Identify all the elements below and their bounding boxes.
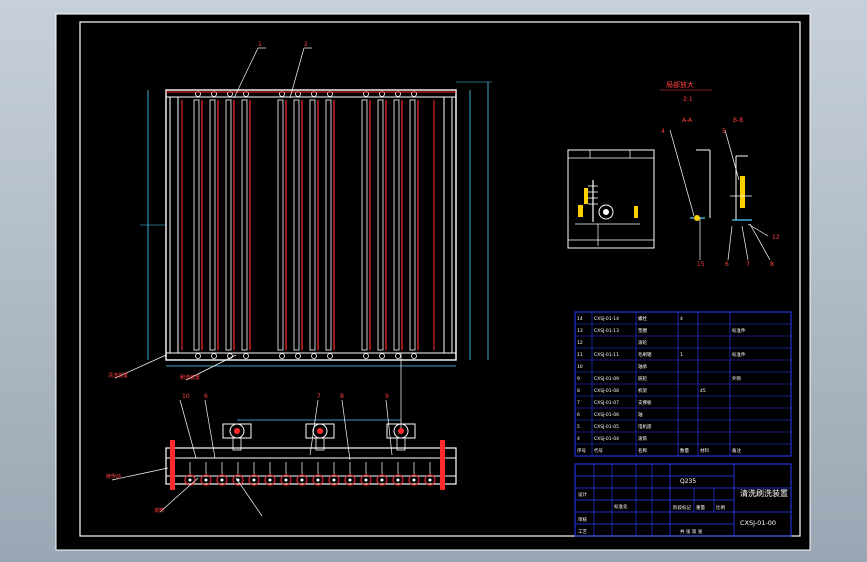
section-b-label: B-B	[733, 117, 743, 124]
callout-1: 1	[258, 41, 262, 48]
motor-hub	[317, 428, 323, 434]
bom-cell: 7	[577, 400, 580, 406]
detail-title: 局部放大	[666, 80, 694, 89]
bom-cell: 标准件	[732, 351, 746, 358]
bom-cell: 毛刷辊	[638, 351, 652, 358]
drawing-number: CXSJ-01-00	[740, 519, 776, 527]
roller-axle	[396, 478, 400, 482]
scale-label: 比例	[716, 504, 725, 511]
note-front-left-a: 链传动	[106, 473, 121, 480]
roller-axle	[316, 478, 320, 482]
bom-cell: 6	[577, 412, 580, 418]
bom-cell: 4	[680, 316, 683, 322]
callout-10: 10	[182, 393, 190, 400]
roller-axle	[268, 478, 272, 482]
bom-cell: 9	[577, 376, 580, 382]
cad-drawing: 1 2 清洗装置 刷洗装置 10 6 7 8 9 链传动 滚筒 局部放大 2:1…	[55, 13, 811, 551]
bom-cell: CXSJ-01-14	[594, 316, 619, 322]
motor-hub	[234, 428, 240, 434]
weight-label: 重量	[696, 504, 705, 511]
bom-cell: 外购	[732, 375, 741, 382]
bom-cell: 13	[577, 328, 583, 334]
bom-cell: 11	[577, 352, 583, 358]
bom-cell: 轴承	[638, 363, 647, 370]
callout-8: 8	[340, 393, 344, 400]
callout-detail-15: 15	[697, 261, 705, 268]
callout-7: 7	[317, 393, 321, 400]
bom-cell: CXSJ-01-11	[594, 352, 619, 358]
material-label: Q235	[680, 478, 696, 485]
bom-cell: CXSJ-01-09	[594, 376, 619, 382]
cad-viewport: 1 2 清洗装置 刷洗装置 10 6 7 8 9 链传动 滚筒 局部放大 2:1…	[0, 0, 867, 562]
roller-axle	[428, 478, 432, 482]
roller-axle	[364, 478, 368, 482]
roller-axle	[300, 478, 304, 482]
process-label: 工艺	[578, 529, 587, 535]
detail-scale: 2:1	[683, 96, 693, 103]
bom-cell: 滚轮	[638, 339, 647, 346]
roller-axle	[188, 478, 192, 482]
callout-detail-6: 6	[725, 261, 729, 268]
bom-cell: 滚筒	[638, 435, 647, 442]
bom-cell: 14	[577, 316, 583, 322]
bom-cell: 螺栓	[638, 315, 647, 322]
standardization-label: 标准化	[614, 503, 628, 510]
roller-axle	[284, 478, 288, 482]
callout-detail-7: 7	[746, 261, 750, 268]
bom-cell: 机架	[638, 387, 647, 394]
roller-axle	[412, 478, 416, 482]
callout-detail-8: 8	[770, 261, 774, 268]
roller-axle	[204, 478, 208, 482]
stage-label: 阶段标记	[673, 504, 691, 511]
callout-9: 9	[385, 393, 389, 400]
bom-cell: CXSJ-01-07	[594, 400, 619, 406]
callout-6: 6	[204, 393, 208, 400]
bom-cell: 10	[577, 364, 583, 370]
bom-header-cell: 序号	[577, 447, 586, 454]
bom-header-cell: 数量	[680, 447, 689, 454]
roller-axle	[220, 478, 224, 482]
bom-header-cell: 名称	[638, 447, 647, 454]
note-top-left-b: 刷洗装置	[180, 374, 200, 381]
bom-cell: CXSJ-01-05	[594, 424, 619, 430]
callout-2: 2	[304, 41, 308, 48]
bom-cell: 8	[577, 388, 580, 394]
note-front-left-b: 滚筒	[154, 507, 164, 514]
bom-header-cell: 代号	[594, 447, 603, 454]
bom-cell: 电机座	[638, 423, 652, 430]
bom-cell: CXSJ-01-04	[594, 436, 619, 442]
bom-cell: 链轮	[638, 375, 647, 382]
bom-cell: 4	[577, 436, 580, 442]
approval-label: 审核	[578, 516, 587, 523]
bom-header-cell: 材料	[700, 447, 709, 454]
bom-cell: 轴	[638, 411, 643, 418]
roller-axle	[348, 478, 352, 482]
bom-cell: CXSJ-01-13	[594, 328, 619, 334]
bom-cell: 标准件	[732, 327, 746, 334]
motor-hub	[398, 428, 404, 434]
bom-cell: CXSJ-01-06	[594, 412, 619, 418]
callout-detail-5: 5	[722, 128, 726, 135]
bom-cell: 12	[577, 340, 583, 346]
bom-cell: 5	[577, 424, 580, 430]
bom-cell: CXSJ-01-08	[594, 388, 619, 394]
callout-detail-4: 4	[661, 128, 665, 135]
roller-axle	[252, 478, 256, 482]
bom-cell: 45	[700, 388, 706, 394]
sheet-label: 共 张 第 张	[680, 528, 703, 535]
designer-label: 设计	[578, 491, 587, 498]
bom-header-cell: 备注	[732, 447, 741, 454]
callout-detail-12: 12	[772, 234, 780, 241]
roller-axle	[332, 478, 336, 482]
roller-axle	[380, 478, 384, 482]
bom-cell: 1	[680, 352, 683, 358]
note-top-left-a: 清洗装置	[108, 372, 128, 379]
bom-cell: 垫圈	[638, 327, 647, 334]
section-a-label: A-A	[682, 117, 693, 124]
drawing-name: 清洗刷洗装置	[740, 488, 788, 498]
drawing-sheet	[55, 13, 811, 551]
bom-cell: 支撑板	[638, 399, 652, 406]
